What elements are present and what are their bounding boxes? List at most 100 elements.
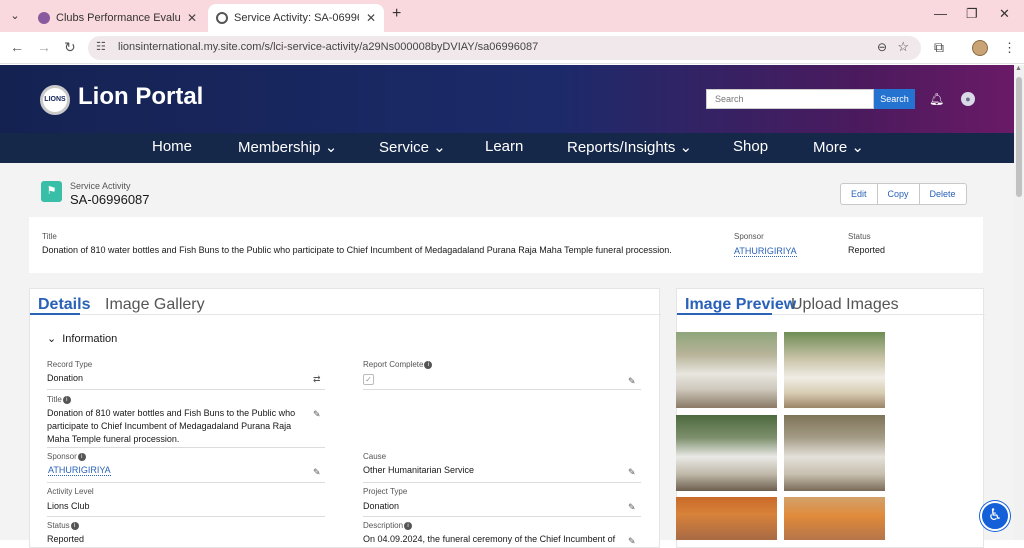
- info-icon[interactable]: i: [404, 521, 413, 530]
- extensions-puzzle-icon[interactable]: ⧉: [934, 39, 944, 56]
- accessibility-icon: ♿︎: [987, 507, 1003, 524]
- status-value: Reported: [848, 245, 886, 255]
- title-value: Donation of 810 water bottles and Fish B…: [42, 245, 672, 255]
- change-record-type-icon[interactable]: ⇄: [313, 374, 321, 385]
- record-name: SA-06996087: [70, 192, 150, 207]
- field-divider: [363, 516, 641, 517]
- new-tab-button[interactable]: +: [392, 5, 401, 23]
- delete-button[interactable]: Delete: [920, 184, 966, 204]
- back-arrow-icon[interactable]: ←: [10, 39, 24, 55]
- record-type-label: Record Type: [47, 360, 93, 369]
- sponsor-label: Sponsor: [734, 232, 764, 241]
- search-input[interactable]: Search: [706, 89, 874, 109]
- edit-pencil-icon[interactable]: ✎: [313, 467, 321, 478]
- cause-value: Other Humanitarian Service: [363, 465, 475, 475]
- nav-reports-insights[interactable]: Reports/Insights ⌄: [567, 138, 692, 156]
- chevron-down-icon: ⌄: [47, 333, 57, 345]
- bell-icon[interactable]: 🔔︎: [929, 92, 944, 106]
- minimize-button[interactable]: —: [934, 6, 947, 21]
- portal-brand[interactable]: Lion Portal: [78, 83, 203, 111]
- scroll-up-icon[interactable]: ▲: [1015, 65, 1022, 72]
- event-photo[interactable]: [676, 415, 777, 491]
- browser-tab-service-activity[interactable]: Service Activity: SA-06996087 ✕: [208, 4, 384, 32]
- maximize-button[interactable]: ❐: [966, 6, 978, 22]
- event-photo[interactable]: [676, 497, 777, 540]
- page-scrollbar[interactable]: ▲: [1014, 65, 1024, 540]
- title-value-line-1: Donation of 810 water bottles and Fish B…: [47, 408, 296, 418]
- field-divider: [47, 482, 325, 483]
- status-label: Status: [848, 232, 871, 241]
- event-photo[interactable]: [676, 332, 777, 408]
- scrollbar-thumb[interactable]: [1016, 77, 1022, 197]
- tab-image-gallery[interactable]: Image Gallery: [105, 296, 205, 314]
- section-title: Information: [62, 333, 118, 345]
- active-tab-indicator: [677, 313, 772, 315]
- description-label: Description i: [363, 521, 413, 530]
- edit-pencil-icon[interactable]: ✎: [313, 409, 321, 420]
- activity-level-value: Lions Club: [47, 501, 90, 511]
- user-avatar-icon[interactable]: ●: [961, 92, 975, 106]
- tab-title: Service Activity: SA-06996087: [234, 12, 359, 24]
- accessibility-button[interactable]: ♿︎: [980, 501, 1010, 531]
- cause-label: Cause: [363, 452, 387, 461]
- info-icon[interactable]: i: [77, 452, 86, 461]
- browser-toolbar: ← → ↻ ☷ lionsinternational.my.site.com/s…: [0, 32, 1024, 64]
- edit-pencil-icon[interactable]: ✎: [628, 536, 636, 547]
- nav-more[interactable]: More ⌄: [813, 138, 864, 156]
- lions-favicon-icon: [38, 12, 50, 24]
- report-complete-checkbox[interactable]: ✓: [363, 374, 374, 385]
- event-photo[interactable]: [784, 415, 885, 491]
- reload-icon[interactable]: ↻: [64, 39, 76, 56]
- edit-button[interactable]: Edit: [841, 184, 878, 204]
- copy-button[interactable]: Copy: [878, 184, 920, 204]
- lions-logo[interactable]: LIONS: [40, 85, 70, 115]
- search-button[interactable]: Search: [874, 89, 915, 109]
- browser-tab-strip: ⌄ Clubs Performance Evaluation S ✕ Servi…: [0, 0, 1024, 32]
- nav-shop[interactable]: Shop: [733, 138, 768, 155]
- browser-menu-icon[interactable]: ⋮: [1003, 40, 1016, 56]
- field-divider: [363, 482, 641, 483]
- sponsor-link[interactable]: ATHURIGIRIYA: [48, 465, 111, 476]
- nav-home[interactable]: Home: [152, 138, 192, 155]
- tab-upload-images[interactable]: Upload Images: [791, 296, 899, 314]
- forward-arrow-icon[interactable]: →: [37, 39, 51, 55]
- zoom-icon[interactable]: ⊖: [877, 40, 887, 54]
- event-photo[interactable]: [784, 332, 885, 408]
- nav-learn[interactable]: Learn: [485, 138, 523, 155]
- main-navigation: Home Membership ⌄ Service ⌄ Learn Report…: [0, 133, 1014, 163]
- info-icon[interactable]: i: [70, 521, 79, 530]
- record-actions: Edit Copy Delete: [840, 183, 967, 205]
- tab-search-chevron-icon[interactable]: ⌄: [6, 7, 24, 25]
- close-tab-icon[interactable]: ✕: [187, 4, 197, 32]
- sponsor-label: Sponsor i: [47, 452, 86, 461]
- activity-level-label: Activity Level: [47, 487, 94, 496]
- close-tab-icon[interactable]: ✕: [366, 4, 376, 32]
- tab-image-preview[interactable]: Image Preview: [685, 296, 796, 314]
- event-photo[interactable]: [784, 497, 885, 540]
- sponsor-link[interactable]: ATHURIGIRIYA: [734, 246, 797, 257]
- url-text: lionsinternational.my.site.com/s/lci-ser…: [118, 41, 539, 53]
- address-bar[interactable]: ☷ lionsinternational.my.site.com/s/lci-s…: [88, 36, 921, 60]
- title-value-line-2: participate to Chief Incumbent of Medaga…: [47, 421, 292, 431]
- tab-title: Clubs Performance Evaluation S: [56, 12, 181, 24]
- browser-tab-clubs[interactable]: Clubs Performance Evaluation S ✕: [30, 4, 205, 32]
- project-type-label: Project Type: [363, 487, 408, 496]
- report-complete-label: Report Complete i: [363, 360, 433, 369]
- record-type-value: Donation: [47, 373, 84, 383]
- portal-header: LIONS Lion Portal Search Search 🔔︎ ●: [0, 65, 1014, 133]
- globe-favicon-icon: [216, 12, 228, 24]
- info-icon[interactable]: i: [424, 360, 433, 369]
- edit-pencil-icon[interactable]: ✎: [628, 376, 636, 387]
- profile-avatar[interactable]: [972, 40, 988, 56]
- info-icon[interactable]: i: [62, 395, 71, 404]
- edit-pencil-icon[interactable]: ✎: [628, 502, 636, 513]
- nav-membership[interactable]: Membership ⌄: [238, 138, 337, 156]
- tab-details[interactable]: Details: [38, 296, 90, 314]
- edit-pencil-icon[interactable]: ✎: [628, 467, 636, 478]
- bookmark-star-icon[interactable]: ☆: [897, 39, 909, 55]
- section-information[interactable]: ⌄ Information: [47, 332, 117, 345]
- site-info-icon[interactable]: ☷: [96, 40, 106, 53]
- close-window-button[interactable]: ✕: [999, 6, 1010, 22]
- field-divider: [47, 447, 325, 448]
- nav-service[interactable]: Service ⌄: [379, 138, 446, 156]
